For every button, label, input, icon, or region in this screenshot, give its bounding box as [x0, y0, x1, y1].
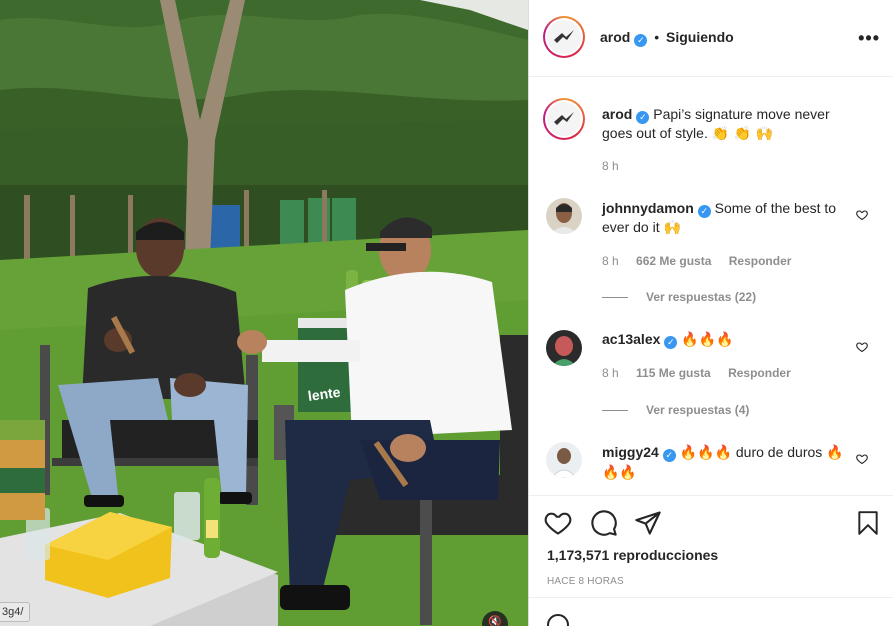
username-link[interactable]: ac13alex: [602, 331, 660, 347]
avatar[interactable]: [543, 16, 585, 58]
comment-meta: 8 h 115 Me gusta Responder: [602, 366, 805, 380]
url-fragment: 3g4/: [0, 602, 31, 622]
view-replies-label: Ver respuestas (4): [646, 403, 750, 417]
comment-button[interactable]: [589, 508, 619, 538]
verified-badge-icon: ✓: [664, 336, 678, 349]
comment-likes[interactable]: 662 Me gusta: [636, 254, 711, 268]
heart-icon[interactable]: [856, 209, 868, 221]
view-replies-button[interactable]: Ver respuestas (22): [602, 290, 756, 304]
verified-badge-icon: ✓: [634, 34, 648, 47]
comment-icon: [591, 510, 617, 536]
add-comment-bar[interactable]: [529, 597, 893, 626]
post-video[interactable]: lente 3g4/ 🔇: [0, 0, 528, 626]
like-button[interactable]: [543, 508, 573, 538]
divider-line: [602, 410, 628, 412]
comment-emojis-before: 🔥🔥🔥: [679, 445, 732, 461]
comment-time: 8 h: [602, 366, 619, 380]
post-actions: 1,173,571 reproducciones HACE 8 HORAS: [529, 495, 893, 626]
divider-line: [602, 297, 628, 299]
comment-text: ac13alex ✓ 🔥🔥🔥: [602, 330, 847, 350]
reply-button[interactable]: Responder: [728, 366, 791, 380]
caption-time: 8 h: [602, 159, 619, 173]
post-panel: arod ✓ • Siguiendo ••• arod ✓ Papi’s signa…: [528, 0, 893, 626]
arod-logo-icon: [554, 112, 574, 125]
view-replies-label: Ver respuestas (22): [646, 290, 757, 304]
caption-meta: 8 h: [602, 159, 633, 173]
avatar[interactable]: [546, 442, 582, 478]
heart-icon: [544, 512, 572, 535]
follow-button[interactable]: Siguiendo: [666, 29, 734, 45]
avatar[interactable]: [546, 198, 582, 234]
bookmark-icon: [858, 511, 878, 535]
post-author: arod ✓ • Siguiendo: [600, 29, 734, 47]
verified-badge-icon: ✓: [697, 205, 711, 218]
ac13alex-avatar-icon: [546, 330, 582, 366]
video-frame: lente: [0, 0, 528, 626]
share-button[interactable]: [633, 508, 663, 538]
username-link[interactable]: johnnydamon: [602, 200, 694, 216]
caption-emojis: 👏 👏 🙌: [711, 126, 773, 142]
comment-emojis: 🙌: [663, 220, 681, 236]
arod-logo-icon: [554, 30, 574, 43]
share-icon: [635, 511, 661, 535]
comment-emojis: 🔥🔥🔥: [681, 332, 734, 348]
username-link[interactable]: arod: [600, 29, 630, 45]
username-link[interactable]: miggy24: [602, 444, 659, 460]
comment-likes[interactable]: 115 Me gusta: [636, 366, 711, 380]
more-options-icon[interactable]: •••: [858, 28, 880, 49]
comment-time: 8 h: [602, 254, 619, 268]
johnnydamon-avatar-icon: [546, 198, 582, 234]
verified-badge-icon: ✓: [636, 111, 650, 124]
heart-icon[interactable]: [856, 453, 868, 465]
comment-text: johnnydamon ✓ Some of the best to ever do…: [602, 199, 847, 238]
post-timestamp[interactable]: HACE 8 HORAS: [547, 576, 624, 587]
avatar[interactable]: [543, 98, 585, 140]
miggy24-avatar-icon: [546, 442, 582, 478]
avatar[interactable]: [546, 330, 582, 366]
comment-meta: 8 h 662 Me gusta Responder: [602, 254, 805, 268]
username-link[interactable]: arod: [602, 106, 632, 122]
save-button[interactable]: [853, 508, 883, 538]
separator-dot: •: [654, 29, 660, 45]
views-count[interactable]: 1,173,571 reproducciones: [547, 547, 718, 563]
verified-badge-icon: ✓: [662, 449, 676, 462]
caption-text: arod ✓ Papi’s signature move never goes o…: [602, 105, 847, 144]
view-replies-button[interactable]: Ver respuestas (4): [602, 403, 749, 417]
comments-list[interactable]: arod ✓ Papi’s signature move never goes o…: [529, 78, 893, 495]
post-header: arod ✓ • Siguiendo •••: [529, 0, 893, 77]
comment-message: duro de duros: [735, 444, 823, 460]
comment-text: miggy24 ✓ 🔥🔥🔥 duro de duros 🔥🔥🔥: [602, 443, 847, 483]
reply-button[interactable]: Responder: [729, 254, 792, 268]
emoji-picker-icon[interactable]: [547, 614, 569, 626]
heart-icon[interactable]: [856, 341, 868, 353]
